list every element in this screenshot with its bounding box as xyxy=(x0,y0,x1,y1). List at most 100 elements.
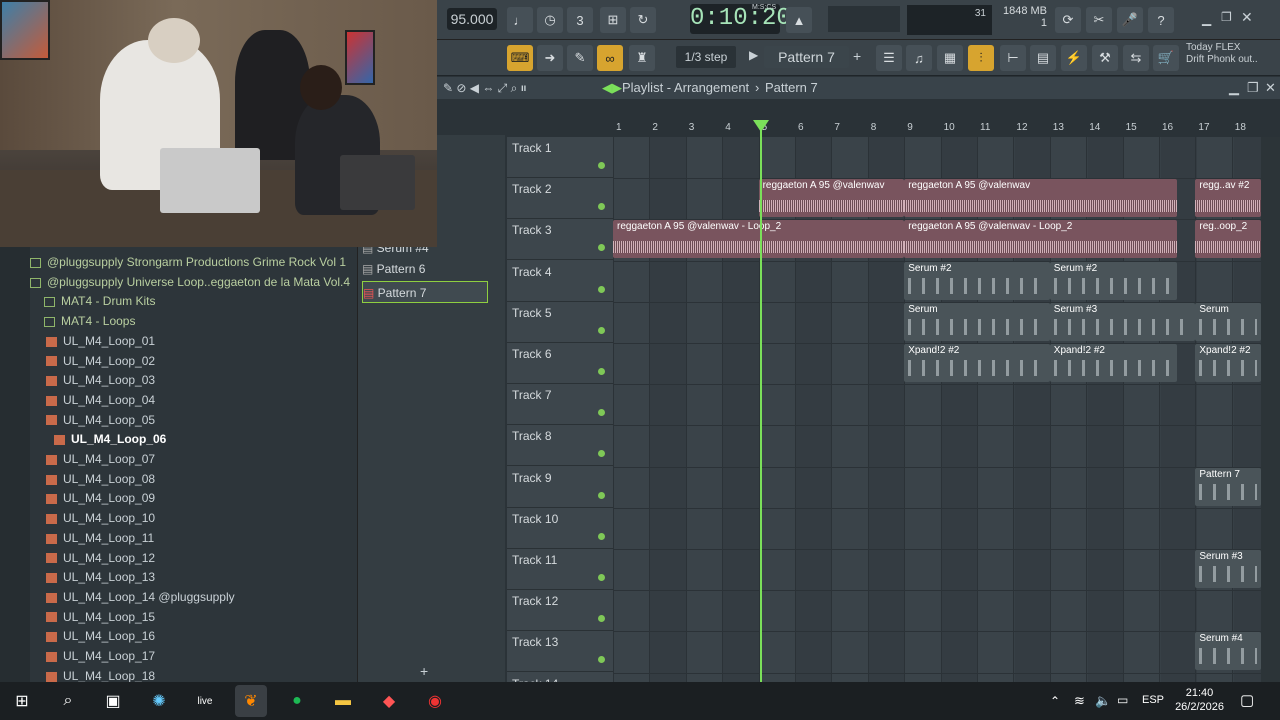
pattern-selector[interactable]: Pattern 7 xyxy=(764,46,849,68)
browser-item[interactable]: UL_M4_Loop_09 xyxy=(46,489,155,508)
browser-item[interactable]: MAT4 - Drum Kits xyxy=(44,292,155,311)
mixer-icon[interactable]: ⫶ xyxy=(968,45,994,71)
track-header[interactable]: Track 6 xyxy=(507,343,613,384)
project-icon[interactable]: ▤ xyxy=(1030,45,1056,71)
fl-studio-icon[interactable]: ❦ xyxy=(235,685,267,717)
add-pattern-plus-icon[interactable]: + xyxy=(420,663,428,679)
playlist-clip[interactable]: Serum xyxy=(904,302,1050,341)
track-mute-led[interactable] xyxy=(598,409,605,417)
track-mute-led[interactable] xyxy=(598,203,605,211)
tray-chevron-icon[interactable]: ⌃ xyxy=(1050,694,1060,708)
sync-icon[interactable]: ⇆ xyxy=(1123,45,1149,71)
track-header[interactable]: Track 5 xyxy=(507,302,613,343)
playlist-clip[interactable]: reggaeton A 95 @valenwav xyxy=(758,179,905,218)
playlist-close-icon[interactable]: ✕ xyxy=(1265,77,1276,99)
playlist-minimize-icon[interactable]: ▁ xyxy=(1229,77,1239,99)
playlist-clip[interactable]: Serum #4 xyxy=(1195,632,1261,671)
playlist-clip[interactable]: Xpand!2 #2 xyxy=(904,344,1050,382)
track-header[interactable]: Track 1 xyxy=(507,137,613,178)
browser-item[interactable]: UL_M4_Loop_16 xyxy=(46,627,155,646)
track-mute-led[interactable] xyxy=(598,285,605,293)
browser-item[interactable]: @pluggsupply Strongarm Productions Grime… xyxy=(30,253,346,272)
close-icon[interactable]: ✕ xyxy=(1241,9,1253,26)
track-header[interactable]: Track 7 xyxy=(507,384,613,426)
task-view-icon[interactable]: ▣ xyxy=(97,685,129,717)
waveform-icon[interactable]: ▲ xyxy=(786,7,812,33)
arrow-icon[interactable]: ➜ xyxy=(537,45,563,71)
playlist-clip[interactable]: Serum xyxy=(1195,302,1261,341)
browser-item[interactable]: UL_M4_Loop_01 xyxy=(46,332,155,351)
track-header[interactable]: Track 8 xyxy=(507,425,613,467)
microphone-icon[interactable]: 🎤 xyxy=(1117,7,1143,33)
playlist-clip[interactable]: reggaeton A 95 @valenwav - Loop_2 xyxy=(904,220,1178,259)
file-explorer-icon[interactable]: ▬ xyxy=(327,685,359,717)
loop-record-icon[interactable]: ↻ xyxy=(630,7,656,33)
stamp-icon[interactable]: ♜ xyxy=(629,45,655,71)
track-mute-led[interactable] xyxy=(598,574,605,581)
track-mute-led[interactable] xyxy=(598,491,605,499)
wait-record-icon[interactable]: ◷ xyxy=(537,7,563,33)
track-mute-led[interactable] xyxy=(598,326,605,334)
snap-selector[interactable]: 1/3 step xyxy=(676,46,736,68)
track-mute-led[interactable] xyxy=(598,244,605,252)
track-header[interactable]: Track 2 xyxy=(507,178,613,220)
tool-icons[interactable]: ✎ ⊘ ◀ ⇔ ⤢ ⌕ ⏸ xyxy=(443,77,527,99)
track-header[interactable]: Track 4 xyxy=(507,261,613,302)
playlist-clip[interactable]: Serum #2 xyxy=(1049,261,1178,300)
windows-start-icon[interactable]: ⊞ xyxy=(6,685,38,717)
play-pattern-icon[interactable]: ▶ xyxy=(749,48,758,62)
tools-icon[interactable]: ⚒ xyxy=(1092,45,1118,71)
spotify-icon[interactable]: ● xyxy=(281,685,313,717)
browser-item[interactable]: UL_M4_Loop_02 xyxy=(46,352,155,371)
browser-item[interactable]: UL_M4_Loop_13 xyxy=(46,568,155,587)
browser-item[interactable]: UL_M4_Loop_04 xyxy=(46,391,155,410)
browser-item[interactable]: UL_M4_Loop_06 xyxy=(54,430,166,449)
playlist-maximize-icon[interactable]: ❐ xyxy=(1247,77,1259,99)
obs-icon[interactable]: ◉ xyxy=(419,685,451,717)
minimize-icon[interactable]: ▁ xyxy=(1202,12,1211,26)
track-header[interactable]: Track 11 xyxy=(507,549,613,590)
countdown-icon[interactable]: 3 xyxy=(567,7,593,33)
cut-icon[interactable]: ✂ xyxy=(1086,7,1112,33)
browser-item[interactable]: UL_M4_Loop_05 xyxy=(46,411,155,430)
pattern-item[interactable]: ▤ Pattern 6 xyxy=(362,258,488,280)
playlist-clip[interactable]: reg..oop_2 xyxy=(1195,220,1261,259)
vertical-scrollbar[interactable] xyxy=(1261,137,1280,682)
wifi-icon[interactable]: ≋ xyxy=(1074,693,1085,709)
plugin-icon[interactable]: ⚡ xyxy=(1061,45,1087,71)
track-mute-led[interactable] xyxy=(598,162,605,169)
track-mute-led[interactable] xyxy=(598,368,605,375)
browser-item[interactable]: UL_M4_Loop_07 xyxy=(46,450,155,469)
track-header[interactable]: Track 12 xyxy=(507,590,613,632)
master-volume[interactable] xyxy=(828,6,900,32)
browser-icon[interactable]: ⊢ xyxy=(1000,45,1026,71)
browser-item[interactable]: UL_M4_Loop_15 xyxy=(46,608,155,627)
browser-item[interactable]: @pluggsupply Universe Loop..eggaeton de … xyxy=(30,273,350,292)
track-header[interactable]: Track 3 xyxy=(507,219,613,261)
browser-item[interactable]: UL_M4_Loop_14 @pluggsupply xyxy=(46,588,235,607)
playlist-clip[interactable]: Xpand!2 #2 xyxy=(1049,344,1178,382)
playlist-clip[interactable]: Serum #2 xyxy=(904,261,1050,300)
volume-icon[interactable]: 🔈 xyxy=(1095,693,1111,709)
track-header[interactable]: Track 10 xyxy=(507,508,613,549)
refresh-icon[interactable]: ⟳ xyxy=(1055,7,1081,33)
playlist-clip[interactable]: reggaeton A 95 @valenwav - Loop_2 xyxy=(613,220,905,259)
tempo-display[interactable]: 95.000 xyxy=(447,8,497,30)
playlist-clip[interactable]: Xpand!2 #2 xyxy=(1195,344,1261,382)
keyboard-icon[interactable]: ⌨ xyxy=(507,45,533,71)
browser-item[interactable]: MAT4 - Loops xyxy=(44,312,135,331)
browser-item[interactable]: UL_M4_Loop_03 xyxy=(46,371,155,390)
metronome-icon[interactable]: ♩ xyxy=(507,7,533,33)
taskbar-clock[interactable]: 21:40 26/2/2026 xyxy=(1175,686,1224,714)
playlist-grid[interactable]: reggaeton A 95 @valenwav reggaeton A 95 @… xyxy=(613,137,1261,682)
pattern-item-selected[interactable]: ▤ Pattern 7 xyxy=(362,281,488,303)
playlist-clip[interactable]: regg..av #2 xyxy=(1195,179,1261,218)
playlist-icon[interactable]: ☰ xyxy=(876,45,902,71)
help-icon[interactable]: ? xyxy=(1148,7,1174,33)
track-mute-led[interactable] xyxy=(598,532,605,540)
notification-icon[interactable]: ▢ xyxy=(1240,691,1254,709)
browser-item[interactable]: UL_M4_Loop_17 xyxy=(46,647,155,666)
cart-icon[interactable]: 🛒 xyxy=(1153,45,1179,71)
track-header[interactable]: Track 9 xyxy=(507,467,613,508)
track-mute-led[interactable] xyxy=(598,450,605,458)
